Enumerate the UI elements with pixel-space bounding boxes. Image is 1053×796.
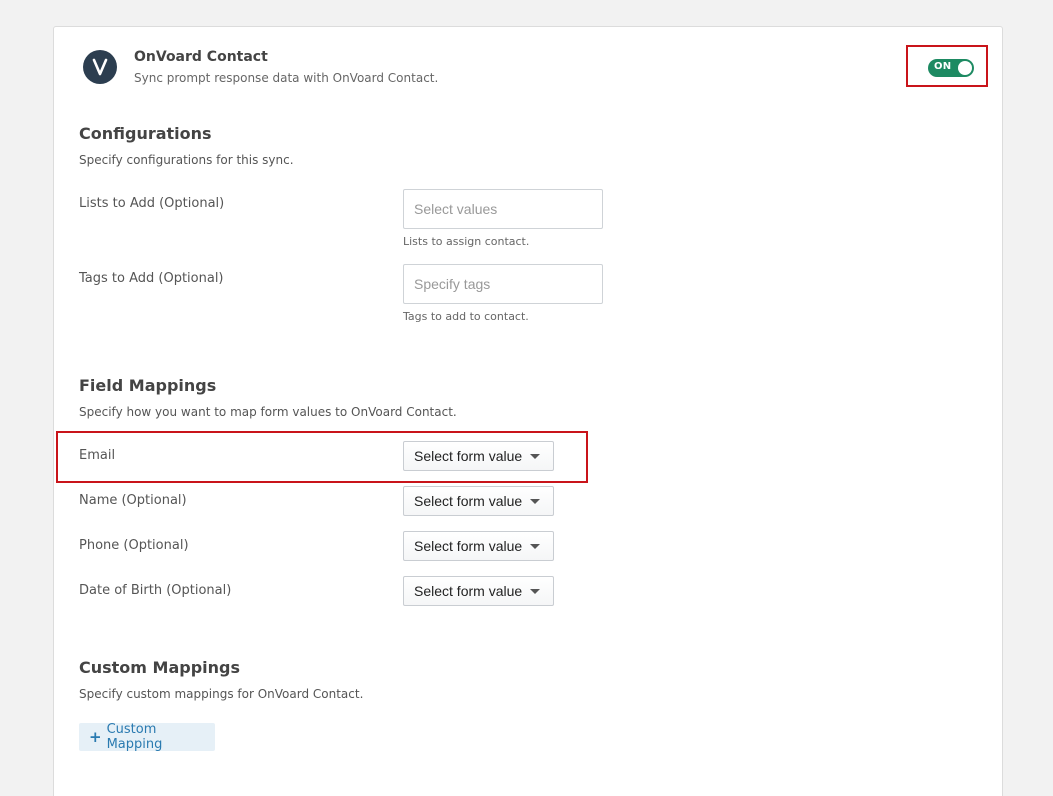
configurations-description: Specify configurations for this sync. bbox=[79, 153, 294, 167]
tags-label: Tags to Add (Optional) bbox=[79, 271, 224, 286]
caret-down-icon bbox=[530, 589, 540, 594]
plus-icon: + bbox=[89, 728, 102, 746]
onvoard-logo bbox=[83, 50, 117, 84]
toggle-highlight-frame: ON bbox=[906, 45, 988, 87]
dob-select[interactable]: Select form value bbox=[403, 576, 554, 606]
toggle-knob bbox=[958, 61, 972, 75]
phone-select-value: Select form value bbox=[414, 538, 523, 554]
caret-down-icon bbox=[530, 499, 540, 504]
mapping-label-email: Email bbox=[79, 448, 116, 463]
lists-hint: Lists to assign contact. bbox=[403, 235, 530, 248]
lists-input[interactable] bbox=[403, 189, 603, 229]
field-mappings-title: Field Mappings bbox=[79, 376, 217, 395]
lists-label: Lists to Add (Optional) bbox=[79, 196, 225, 211]
add-custom-mapping-button[interactable]: + Custom Mapping bbox=[79, 722, 215, 752]
name-select-value: Select form value bbox=[414, 493, 523, 509]
custom-mapping-label: Custom Mapping bbox=[106, 722, 163, 752]
mapping-label-phone: Phone (Optional) bbox=[79, 538, 189, 553]
check-v-icon bbox=[92, 58, 108, 76]
mapping-label-dob: Date of Birth (Optional) bbox=[79, 583, 232, 598]
tags-hint: Tags to add to contact. bbox=[403, 310, 529, 323]
custom-mappings-title: Custom Mappings bbox=[79, 658, 241, 677]
caret-down-icon bbox=[530, 454, 540, 459]
mapping-label-name: Name (Optional) bbox=[79, 493, 187, 508]
caret-down-icon bbox=[530, 544, 540, 549]
dob-select-value: Select form value bbox=[414, 583, 523, 599]
email-select[interactable]: Select form value bbox=[403, 441, 554, 471]
configurations-title: Configurations bbox=[79, 124, 212, 143]
tags-input[interactable] bbox=[403, 264, 603, 304]
phone-select[interactable]: Select form value bbox=[403, 531, 554, 561]
sync-toggle[interactable]: ON bbox=[928, 59, 974, 77]
custom-mappings-description: Specify custom mappings for OnVoard Cont… bbox=[79, 687, 364, 701]
app-title: OnVoard Contact bbox=[134, 49, 268, 65]
field-mappings-description: Specify how you want to map form values … bbox=[79, 405, 457, 419]
integration-card: OnVoard Contact Sync prompt response dat… bbox=[53, 26, 1003, 796]
app-subtitle: Sync prompt response data with OnVoard C… bbox=[134, 71, 439, 85]
email-select-value: Select form value bbox=[414, 448, 523, 464]
name-select[interactable]: Select form value bbox=[403, 486, 554, 516]
toggle-label: ON bbox=[934, 61, 952, 72]
